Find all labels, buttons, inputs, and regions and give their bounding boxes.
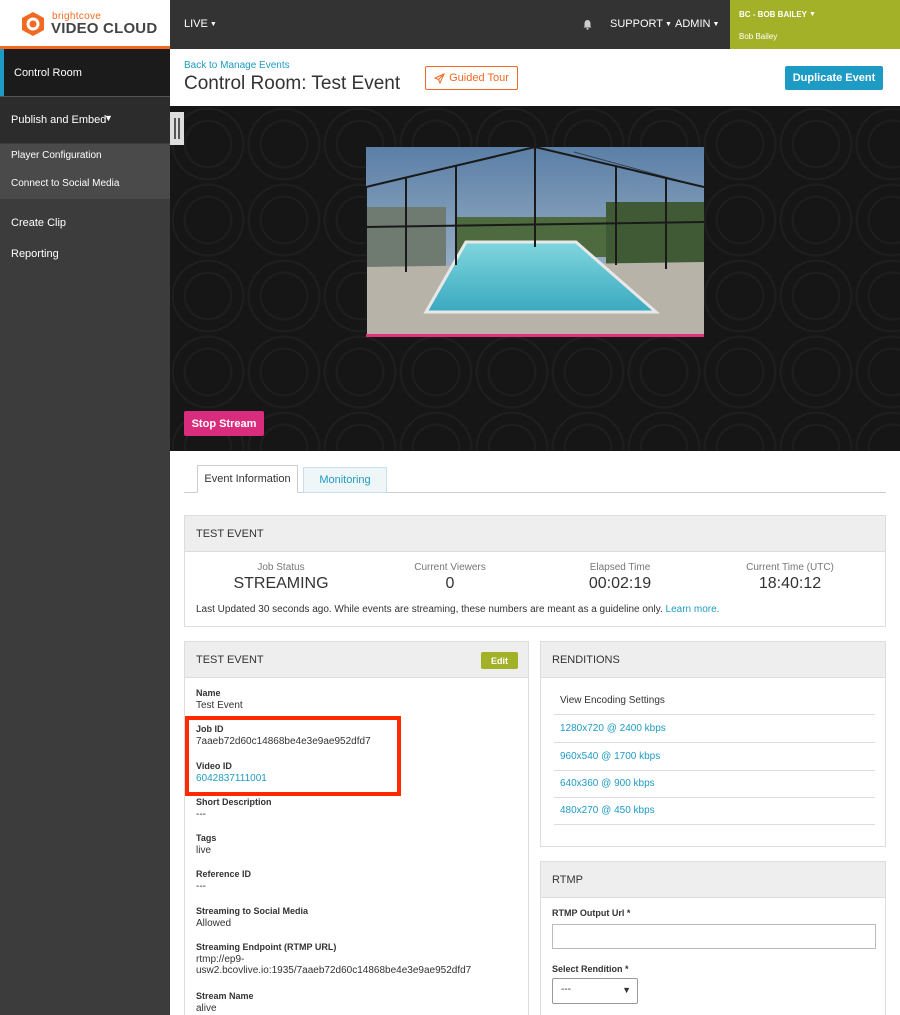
edit-button[interactable]: Edit xyxy=(481,652,518,669)
sidebar-item-player-configuration[interactable]: Player Configuration xyxy=(11,150,102,161)
event-stats-panel: TEST EVENT Job Status STREAMING Current … xyxy=(184,515,886,627)
renditions-panel: RENDITIONS View Encoding Settings 1280x7… xyxy=(540,641,886,847)
rendition-link[interactable]: 1280x720 @ 2400 kbps xyxy=(554,715,875,743)
tab-event-information[interactable]: Event Information xyxy=(197,465,298,493)
panel-header: RTMP xyxy=(541,862,885,898)
user-menu[interactable]: BC - BOB BAILEY ▼ Bob Bailey xyxy=(730,0,900,49)
brand-logo[interactable]: brightcove VIDEO CLOUD xyxy=(0,0,170,49)
social-media-field: Streaming to Social Media Allowed xyxy=(196,906,309,929)
reference-id-field: Reference ID --- xyxy=(196,869,252,892)
rtmp-output-url-input[interactable] xyxy=(552,924,876,949)
brand-title: VIDEO CLOUD xyxy=(51,20,158,37)
tags-field: Tags live xyxy=(196,833,217,856)
event-info-panel: TEST EVENT Edit Name Test Event Job ID 7… xyxy=(184,641,529,1015)
panel-header: TEST EVENT xyxy=(185,516,885,552)
sidebar-item-publish-embed[interactable]: Publish and Embed ▼ xyxy=(0,96,170,143)
stream-name-field: Stream Name alive xyxy=(196,991,254,1014)
support-menu[interactable]: SUPPORT ▼ xyxy=(610,18,672,30)
select-rendition-label: Select Rendition * xyxy=(552,964,629,974)
publish-submenu: Player Configuration Connect to Social M… xyxy=(0,144,170,199)
current-time-stat: Current Time (UTC) 18:40:12 xyxy=(746,562,834,592)
resize-handle[interactable] xyxy=(170,112,184,145)
rendition-link[interactable]: 480x270 @ 450 kbps xyxy=(554,797,875,825)
video-frame-image xyxy=(366,147,704,334)
short-description-field: Short Description --- xyxy=(196,797,272,820)
learn-more-link[interactable]: Learn more. xyxy=(666,604,720,615)
rendition-link[interactable]: 640x360 @ 900 kbps xyxy=(554,770,875,798)
caret-down-icon: ▼ xyxy=(209,21,217,28)
elapsed-time-stat: Elapsed Time 00:02:19 xyxy=(588,562,652,592)
panel-header: TEST EVENT Edit xyxy=(185,642,528,678)
sidebar-item-connect-social[interactable]: Connect to Social Media xyxy=(11,178,119,189)
last-updated-note: Last Updated 30 seconds ago. While event… xyxy=(196,604,720,615)
sidebar-item-reporting[interactable]: Reporting xyxy=(11,248,59,260)
caret-down-icon: ▼ xyxy=(664,21,672,28)
panel-header: RENDITIONS xyxy=(541,642,885,678)
duplicate-event-button[interactable]: Duplicate Event xyxy=(785,66,883,90)
caret-down-icon: ▼ xyxy=(712,21,720,28)
guided-tour-button[interactable]: Guided Tour xyxy=(425,66,518,90)
job-status-stat: Job Status STREAMING xyxy=(233,562,329,592)
live-menu[interactable]: LIVE ▼ xyxy=(184,18,217,30)
rtmp-panel: RTMP RTMP Output Url * Select Rendition … xyxy=(540,861,886,1015)
name-field: Name Test Event xyxy=(196,688,243,711)
notification-bell-icon[interactable] xyxy=(582,19,593,30)
view-encoding-settings[interactable]: View Encoding Settings xyxy=(554,687,875,715)
sidebar: Control Room Publish and Embed ▼ Player … xyxy=(0,49,170,1015)
top-bar: brightcove VIDEO CLOUD LIVE ▼ SUPPORT ▼ AD… xyxy=(0,0,900,49)
caret-down-icon: ▼ xyxy=(809,11,816,18)
triangle-down-icon: ▼ xyxy=(104,113,113,123)
rendition-select[interactable]: --- ▼ xyxy=(552,978,638,1004)
account-name: BC - BOB BAILEY ▼ xyxy=(739,10,816,19)
streaming-endpoint-field: Streaming Endpoint (RTMP URL) rtmp://ep9… xyxy=(196,942,472,976)
stop-stream-button[interactable]: Stop Stream xyxy=(184,411,264,436)
sidebar-item-create-clip[interactable]: Create Clip xyxy=(11,217,66,229)
admin-menu[interactable]: ADMIN ▼ xyxy=(675,18,719,30)
user-name: Bob Bailey xyxy=(739,32,778,41)
page-title: Control Room: Test Event xyxy=(184,73,401,94)
rtmp-output-url-label: RTMP Output Url * xyxy=(552,908,631,918)
paper-plane-icon xyxy=(434,72,446,84)
select-arrow-icon: ▼ xyxy=(622,985,631,995)
current-viewers-stat: Current Viewers 0 xyxy=(414,562,486,592)
rendition-link[interactable]: 960x540 @ 1700 kbps xyxy=(554,743,875,771)
back-link[interactable]: Back to Manage Events xyxy=(184,60,290,71)
live-video-preview[interactable] xyxy=(366,147,704,337)
highlight-annotation-box xyxy=(185,716,401,796)
sidebar-item-control-room[interactable]: Control Room xyxy=(0,49,170,96)
brightcove-logo-icon xyxy=(22,12,44,36)
tab-monitoring[interactable]: Monitoring xyxy=(303,467,387,493)
